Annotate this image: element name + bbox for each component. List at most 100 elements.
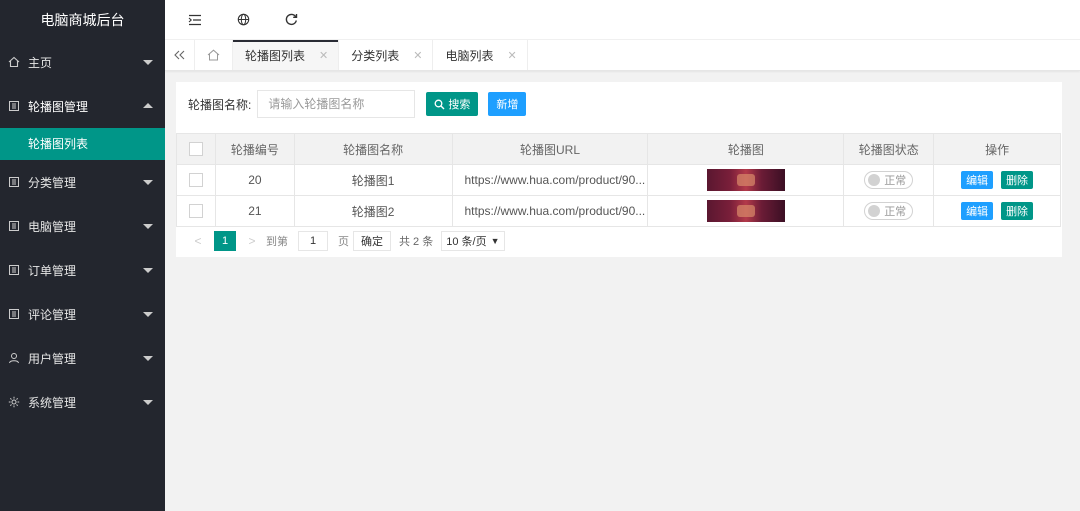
goto-label: 到第 bbox=[266, 236, 288, 248]
search-input[interactable] bbox=[257, 90, 416, 118]
sidebar-item-label: 轮播图管理 bbox=[28, 99, 89, 114]
edit-button[interactable]: 编辑 bbox=[961, 202, 994, 220]
cell-url: https://www.hua.com/product/90... bbox=[451, 164, 649, 196]
sidebar: 电脑商城后台 主页 轮播图管理 轮播图列表 分类管理 电脑管理 订单管理 评论管… bbox=[0, 0, 165, 511]
banner-thumbnail[interactable] bbox=[706, 200, 785, 222]
tab-computer-list[interactable]: 电脑列表 ✕ bbox=[433, 40, 528, 70]
sidebar-item-label: 订单管理 bbox=[28, 263, 77, 278]
row-checkbox[interactable] bbox=[188, 173, 203, 188]
cell-image bbox=[647, 195, 845, 227]
total-count: 共 2 条 bbox=[399, 236, 434, 248]
refresh-icon[interactable] bbox=[279, 8, 303, 32]
row-select-cell bbox=[176, 164, 216, 196]
sidebar-item-comment-management[interactable]: 评论管理 bbox=[0, 292, 165, 336]
delete-button[interactable]: 删除 bbox=[1001, 171, 1034, 189]
sidebar-item-label: 电脑管理 bbox=[28, 219, 77, 234]
search-label: 轮播图名称: bbox=[188, 97, 252, 112]
select-all-cell bbox=[176, 133, 216, 165]
globe-icon[interactable] bbox=[231, 8, 255, 32]
sidebar-subitem-banner-list[interactable]: 轮播图列表 bbox=[0, 128, 165, 160]
close-icon[interactable]: ✕ bbox=[319, 49, 328, 62]
list-icon bbox=[8, 176, 20, 188]
tab-label: 分类列表 bbox=[351, 48, 400, 63]
status-toggle[interactable]: 正常 bbox=[864, 202, 914, 220]
page-unit-label: 页 bbox=[338, 236, 349, 248]
chevron-down-icon bbox=[143, 180, 153, 185]
close-icon[interactable]: ✕ bbox=[507, 49, 516, 62]
cell-image bbox=[647, 164, 845, 196]
cell-url: https://www.hua.com/product/90... bbox=[451, 195, 649, 227]
menu-toggle-icon[interactable] bbox=[183, 8, 207, 32]
select-all-checkbox[interactable] bbox=[188, 142, 203, 157]
sidebar-item-banner-management[interactable]: 轮播图管理 bbox=[0, 84, 165, 128]
page-size-select[interactable]: 10 条/页 ▼ bbox=[441, 231, 505, 251]
row-select-cell bbox=[176, 195, 216, 227]
sidebar-item-computer-management[interactable]: 电脑管理 bbox=[0, 204, 165, 248]
tab-category-list[interactable]: 分类列表 ✕ bbox=[339, 40, 434, 70]
cell-status: 正常 bbox=[843, 195, 935, 227]
sidebar-item-home[interactable]: 主页 bbox=[0, 40, 165, 84]
status-toggle[interactable]: 正常 bbox=[864, 171, 914, 189]
chevron-down-icon bbox=[143, 356, 153, 361]
tab-bar: 轮播图列表 ✕ 分类列表 ✕ 电脑列表 ✕ bbox=[165, 40, 1080, 71]
tab-banner-list[interactable]: 轮播图列表 ✕ bbox=[233, 40, 340, 70]
sidebar-item-label: 主页 bbox=[28, 55, 53, 70]
column-header[interactable]: 轮播图URL bbox=[451, 133, 649, 165]
sidebar-item-label: 系统管理 bbox=[28, 395, 77, 410]
tab-label: 电脑列表 bbox=[445, 48, 494, 63]
sidebar-item-category-management[interactable]: 分类管理 bbox=[0, 160, 165, 204]
delete-button[interactable]: 删除 bbox=[1001, 202, 1034, 220]
next-page-icon[interactable]: > bbox=[242, 234, 262, 248]
sidebar-item-system-management[interactable]: 系统管理 bbox=[0, 380, 165, 424]
column-header[interactable]: 轮播图名称 bbox=[293, 133, 453, 165]
tab-home-icon[interactable] bbox=[195, 40, 233, 70]
list-icon bbox=[8, 308, 20, 320]
chevron-down-icon: ▼ bbox=[490, 236, 500, 246]
tabs-scroll-left-icon[interactable] bbox=[165, 40, 195, 70]
add-button[interactable]: 新增 bbox=[488, 92, 527, 116]
sidebar-item-user-management[interactable]: 用户管理 bbox=[0, 336, 165, 380]
sidebar-item-order-management[interactable]: 订单管理 bbox=[0, 248, 165, 292]
goto-page-input[interactable]: 1 bbox=[298, 231, 328, 251]
search-button[interactable]: 搜索 bbox=[426, 92, 479, 116]
banner-thumbnail[interactable] bbox=[706, 169, 785, 191]
status-label: 正常 bbox=[884, 206, 907, 218]
pagination: < 1 > 到第 1 页 确定 共 2 条 10 条/页 ▼ bbox=[188, 230, 505, 252]
table-header-row: 轮播编号 轮播图名称 轮播图URL 轮播图 轮播图状态 操作 bbox=[176, 133, 1061, 165]
sidebar-item-label: 用户管理 bbox=[28, 351, 77, 366]
chevron-down-icon bbox=[143, 60, 153, 65]
cell-name: 轮播图1 bbox=[293, 164, 453, 196]
prev-page-icon[interactable]: < bbox=[188, 234, 208, 248]
banner-table: 轮播编号 轮播图名称 轮播图URL 轮播图 轮播图状态 操作 20 轮播图1 h… bbox=[176, 133, 1061, 227]
chevron-up-icon bbox=[143, 103, 153, 108]
column-header[interactable]: 轮播图 bbox=[647, 133, 845, 165]
search-icon bbox=[434, 99, 445, 109]
sidebar-item-label: 评论管理 bbox=[28, 307, 77, 322]
edit-button[interactable]: 编辑 bbox=[961, 171, 994, 189]
close-icon[interactable]: ✕ bbox=[413, 49, 422, 62]
cell-name: 轮播图2 bbox=[293, 195, 453, 227]
list-icon bbox=[8, 100, 20, 112]
cell-actions: 编辑 删除 bbox=[933, 164, 1061, 196]
cell-id: 21 bbox=[214, 195, 295, 227]
toggle-knob bbox=[868, 205, 881, 217]
cell-id: 20 bbox=[214, 164, 295, 196]
toggle-knob bbox=[868, 174, 881, 186]
goto-confirm-button[interactable]: 确定 bbox=[353, 231, 391, 251]
row-checkbox[interactable] bbox=[188, 204, 203, 219]
top-header bbox=[165, 0, 1080, 40]
chevron-down-icon bbox=[143, 268, 153, 273]
column-header[interactable]: 轮播图状态 bbox=[843, 133, 935, 165]
search-button-label: 搜索 bbox=[448, 99, 471, 111]
search-bar: 轮播图名称: 搜索 新增 bbox=[188, 90, 527, 118]
app-logo-title: 电脑商城后台 bbox=[0, 0, 165, 40]
user-icon bbox=[8, 352, 20, 364]
column-header[interactable]: 轮播编号 bbox=[214, 133, 295, 165]
home-icon bbox=[8, 56, 20, 68]
table-row: 20 轮播图1 https://www.hua.com/product/90..… bbox=[176, 164, 1061, 196]
gear-icon bbox=[8, 396, 20, 408]
page-current[interactable]: 1 bbox=[214, 231, 236, 251]
list-icon bbox=[8, 264, 20, 276]
column-header[interactable]: 操作 bbox=[933, 133, 1061, 165]
main-content: 轮播图名称: 搜索 新增 轮播编号 轮播图名称 轮播图URL 轮播图 轮播图状态… bbox=[176, 82, 1062, 257]
